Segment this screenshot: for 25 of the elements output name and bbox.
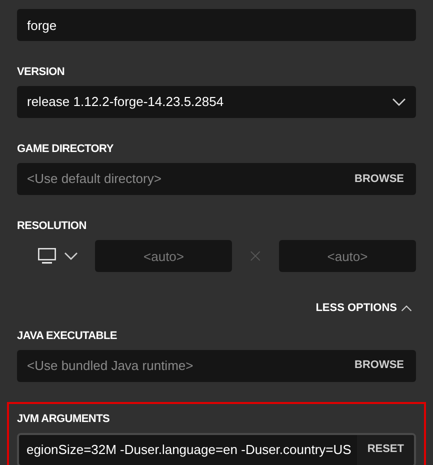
less-options-button[interactable]: LESS OPTIONS [316,300,412,316]
browse-button[interactable]: BROWSE [352,170,406,188]
version-value: release 1.12.2-forge-14.23.5.2854 [27,93,224,112]
reset-button[interactable]: RESET [357,434,414,464]
width-input[interactable]: <auto> [95,240,232,272]
path-field[interactable]: <Use bundled Java runtime> BROWSE [17,350,416,382]
chevron-up-icon [401,304,412,312]
monitor-icon [38,248,56,264]
field-label: VERSION [17,67,65,78]
chevron-down-icon [64,252,78,260]
version-dropdown[interactable]: release 1.12.2-forge-14.23.5.2854 [17,86,416,118]
field-label: JAVA EXECUTABLE [17,330,117,342]
field-label: GAME DIRECTORY [17,144,114,155]
field-label: JVM ARGUMENTS [17,414,110,424]
times-icon [250,250,261,262]
path-field[interactable]: <Use default directory> BROWSE [17,163,416,195]
jvm-arguments-field[interactable]: egionSize=32M -Duser.language=en -Duser.country=US RESET [17,432,416,465]
jvm-arguments-value: egionSize=32M -Duser.language=en -Duser.country=US [25,440,352,459]
name-input[interactable]: forge [17,9,416,41]
path-input[interactable]: <Use bundled Java runtime> [27,356,352,376]
path-input[interactable]: <Use default directory> [27,169,352,189]
field-label: RESOLUTION [17,221,86,232]
height-input[interactable]: <auto> [279,240,416,272]
browse-button[interactable]: BROWSE [352,357,406,374]
chevron-down-icon [392,98,406,106]
